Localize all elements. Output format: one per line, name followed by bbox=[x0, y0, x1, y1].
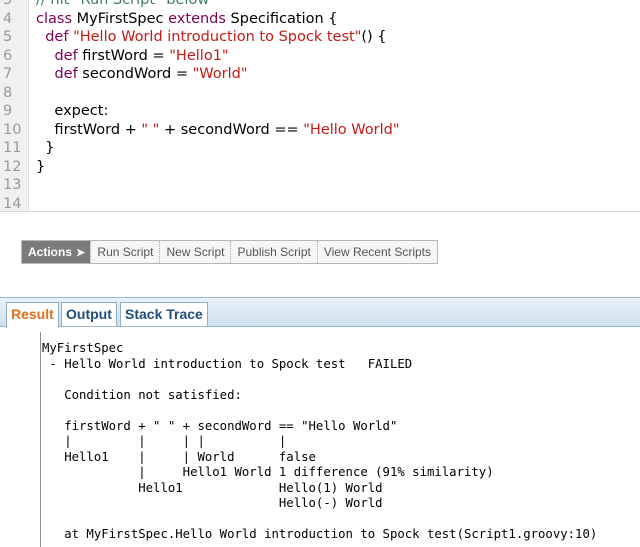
code-text: expect: bbox=[36, 103, 109, 119]
code-text: def secondWord = "World" bbox=[54, 66, 248, 82]
line-number: 12 bbox=[3, 158, 22, 175]
line-number: 9 bbox=[3, 103, 13, 119]
actions-label: Actions ➤ bbox=[22, 241, 91, 263]
code-line[interactable]: 12} bbox=[0, 158, 640, 177]
result-line: at MyFirstSpec.Hello World introduction … bbox=[42, 527, 598, 541]
result-tabs: Result Output Stack Trace bbox=[0, 297, 640, 328]
publish-script-button[interactable]: Publish Script bbox=[230, 241, 316, 263]
code-line[interactable]: 8 bbox=[0, 84, 640, 103]
result-line: MyFirstSpec bbox=[42, 341, 124, 355]
line-number: 3 bbox=[3, 0, 13, 8]
result-line: Condition not satisfied: bbox=[42, 387, 242, 402]
result-line: - Hello World introduction to Spock test… bbox=[42, 356, 413, 371]
code-line[interactable]: 5 def "Hello World introduction to Spock… bbox=[0, 28, 640, 47]
result-line: | Hello1 World 1 difference (91% similar… bbox=[42, 465, 494, 479]
result-line: Hello1 | | World false bbox=[42, 449, 316, 464]
code-text: firstWord + " " + secondWord == "Hello W… bbox=[36, 121, 400, 138]
line-number: 5 bbox=[3, 29, 13, 45]
tab-stack-trace[interactable]: Stack Trace bbox=[120, 302, 208, 326]
line-number: 10 bbox=[3, 121, 22, 138]
tab-output[interactable]: Output bbox=[61, 302, 117, 326]
code-text: // hit "Run Script" below bbox=[36, 0, 210, 8]
run-script-button[interactable]: Run Script bbox=[90, 241, 159, 263]
line-number: 11 bbox=[3, 140, 22, 156]
arrow-right-icon: ➤ bbox=[76, 246, 86, 259]
code-line[interactable]: 9 expect: bbox=[0, 102, 640, 121]
code-line[interactable]: 7 def secondWord = "World" bbox=[0, 65, 640, 84]
result-line: Hello1 Hello(1) World bbox=[42, 480, 383, 495]
code-line[interactable]: 14 bbox=[0, 195, 640, 212]
code-line[interactable]: 6 def firstWord = "Hello1" bbox=[0, 47, 640, 66]
code-text: def "Hello World introduction to Spock t… bbox=[45, 29, 387, 45]
line-number: 8 bbox=[3, 84, 13, 101]
result-line: | | | | | bbox=[42, 434, 287, 448]
tab-result[interactable]: Result bbox=[6, 302, 59, 328]
code-line[interactable]: 11 } bbox=[0, 139, 640, 158]
result-output: MyFirstSpec - Hello World introduction t… bbox=[40, 332, 640, 547]
result-line: firstWord + " " + secondWord == "Hello W… bbox=[42, 418, 398, 433]
new-script-button[interactable]: New Script bbox=[159, 241, 230, 263]
code-text: } bbox=[36, 158, 46, 175]
actions-toolbar: Actions ➤ Run Script New Script Publish … bbox=[21, 240, 438, 264]
code-line[interactable]: 3 // hit "Run Script" below bbox=[0, 0, 640, 10]
code-text: } bbox=[36, 140, 55, 156]
code-text: def firstWord = "Hello1" bbox=[54, 47, 229, 64]
line-number: 6 bbox=[3, 47, 13, 64]
code-line[interactable]: 13 bbox=[0, 176, 640, 195]
line-number: 4 bbox=[3, 10, 13, 27]
view-recent-scripts-button[interactable]: View Recent Scripts bbox=[316, 241, 437, 263]
code-line[interactable]: 4 class MyFirstSpec extends Specification… bbox=[0, 10, 640, 29]
line-number: 14 bbox=[3, 195, 22, 212]
result-line: Hello(-) World bbox=[42, 496, 383, 510]
code-line[interactable]: 10 firstWord + " " + secondWord == "Hell… bbox=[0, 121, 640, 140]
line-number: 13 bbox=[3, 177, 22, 193]
line-number: 7 bbox=[3, 66, 13, 82]
code-editor[interactable]: 3 // hit "Run Script" below 4 class MyFirst… bbox=[0, 0, 640, 212]
code-text: class MyFirstSpec extends Specification … bbox=[36, 10, 338, 27]
